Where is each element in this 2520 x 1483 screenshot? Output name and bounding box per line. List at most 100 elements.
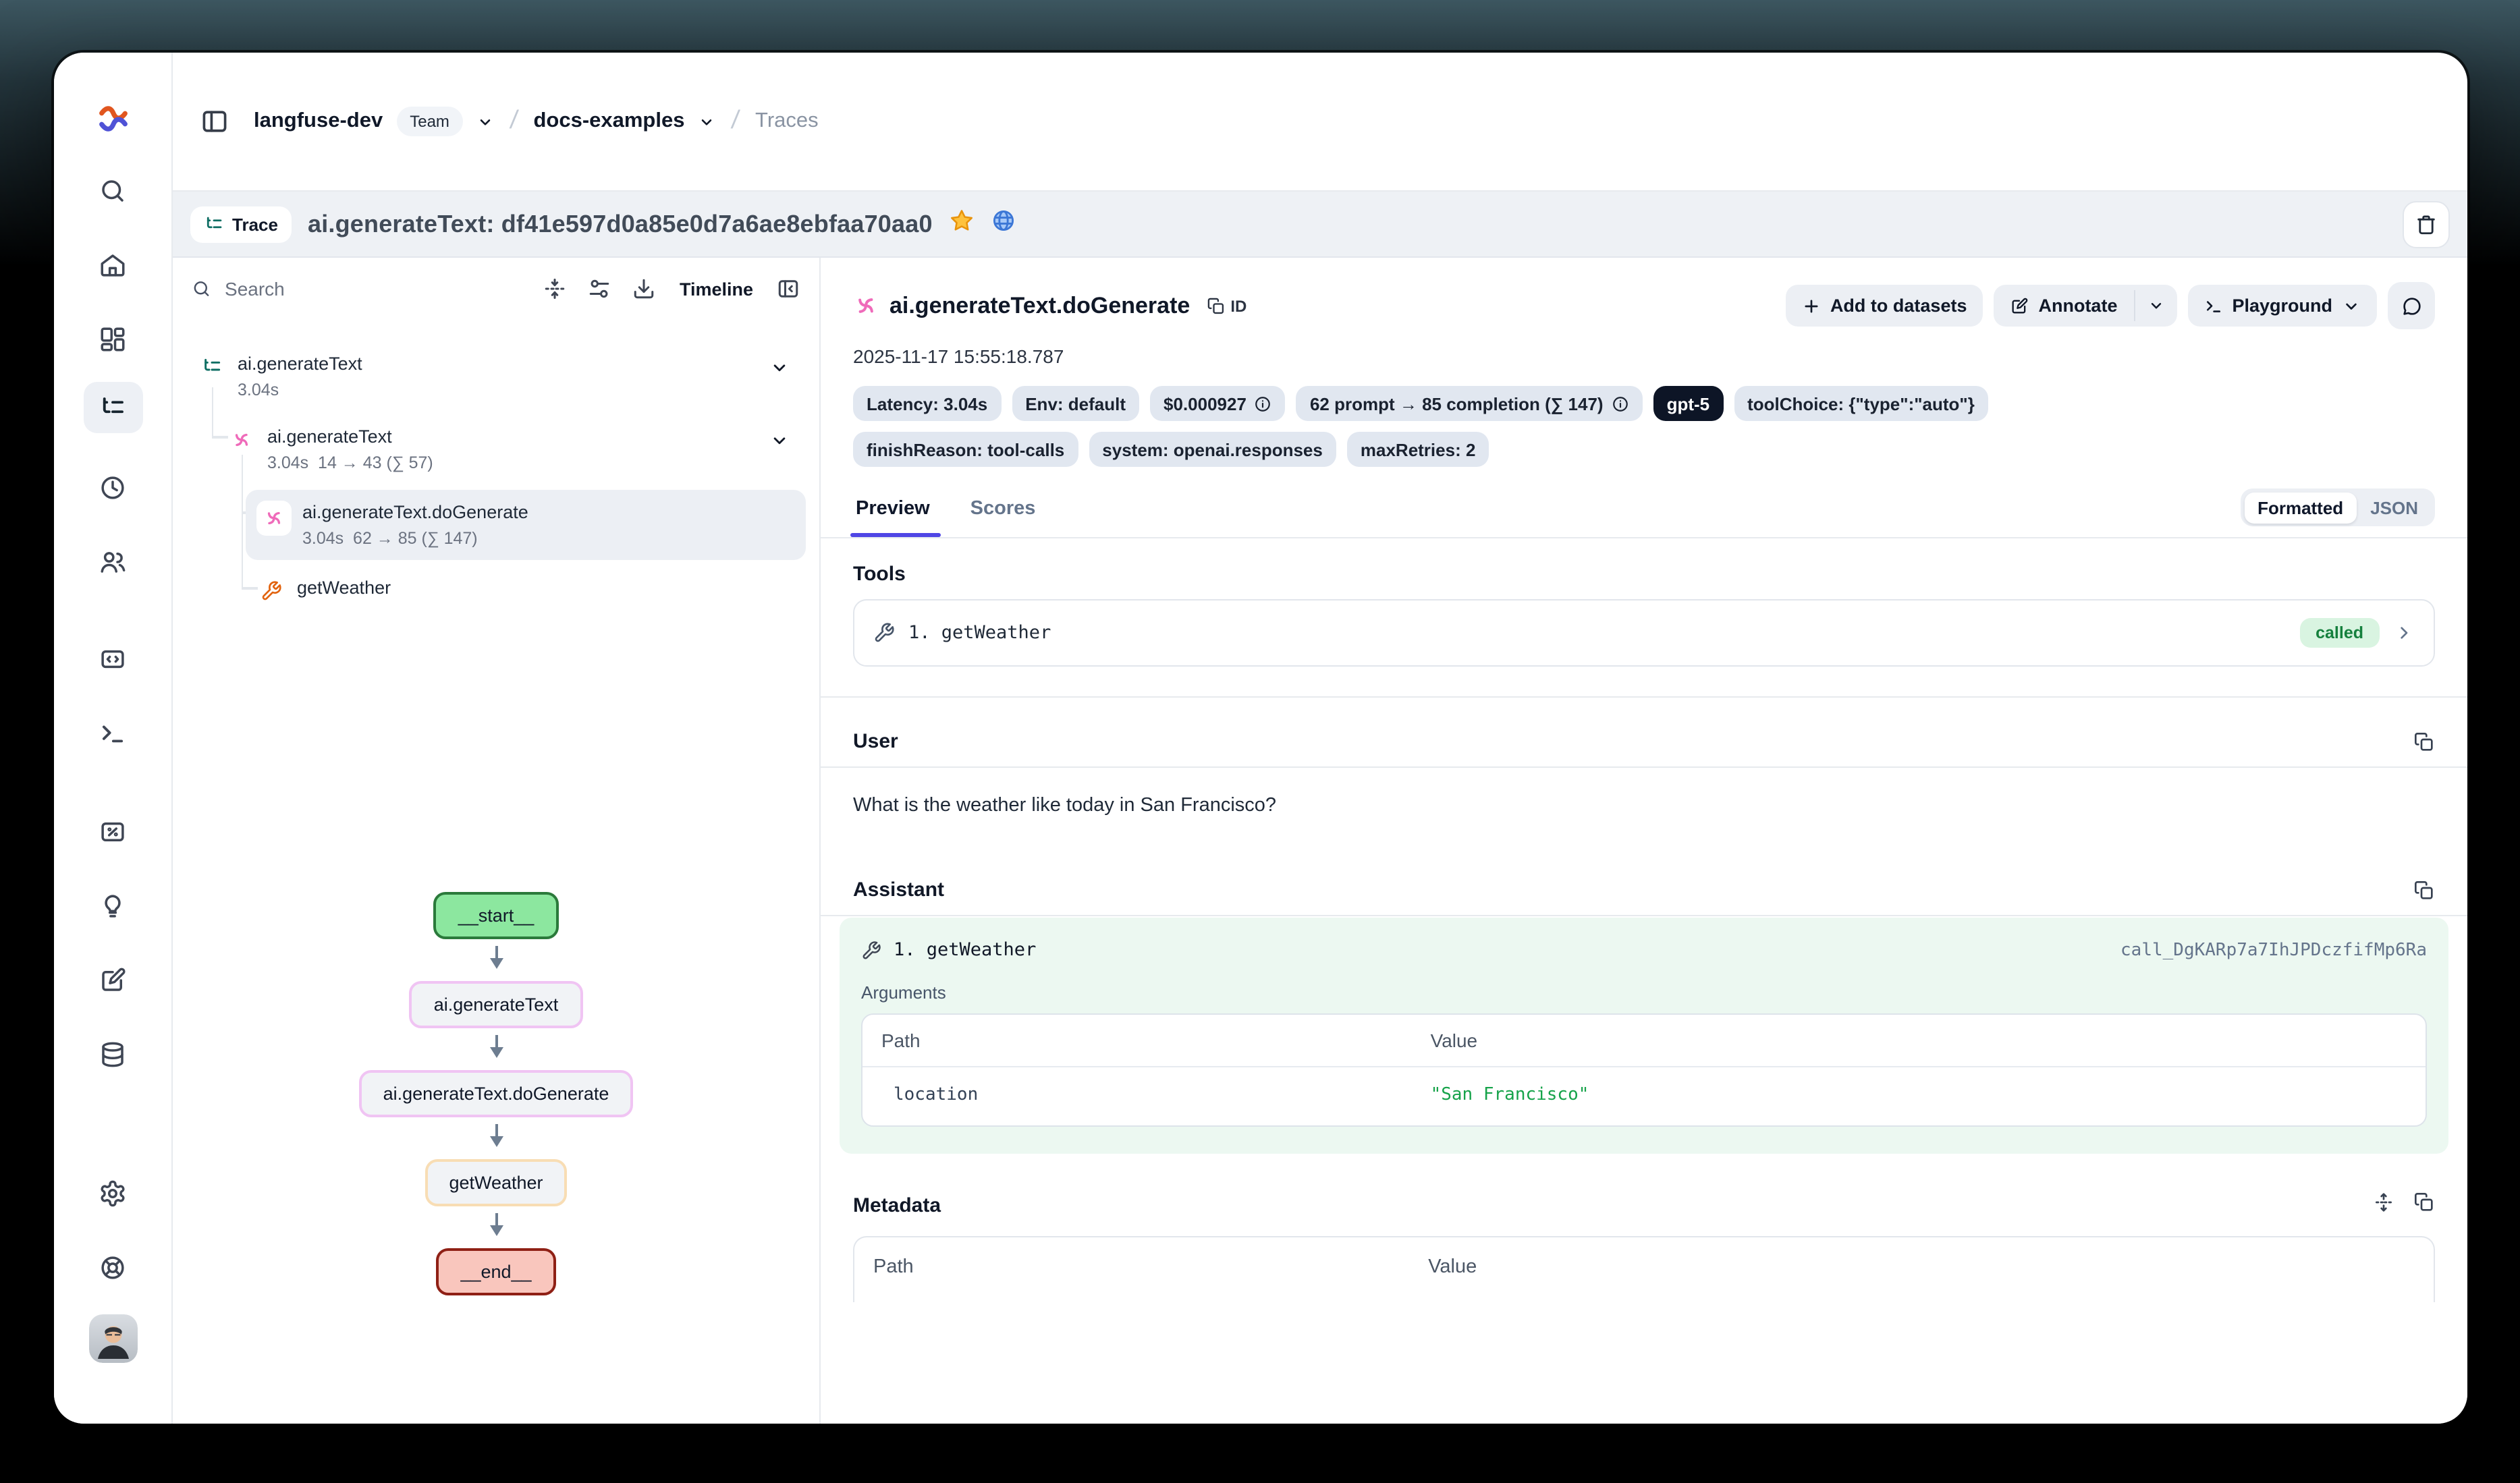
user-avatar[interactable]: [88, 1314, 137, 1363]
arguments-label: Arguments: [861, 982, 2427, 1003]
comments-button[interactable]: [2388, 282, 2435, 329]
rail-item-search[interactable]: [86, 170, 140, 211]
rail-item-datasets[interactable]: [86, 1034, 140, 1074]
tree-row-ai-generateText-doGenerate[interactable]: ai.generateText.doGenerate3.04s 62 → 85 …: [246, 490, 806, 560]
graph-node-start[interactable]: __start__: [434, 892, 559, 939]
breadcrumb-page[interactable]: Traces: [755, 109, 819, 134]
rail-item-evaluators[interactable]: [86, 959, 140, 1000]
observation-badge: Env: default: [1012, 386, 1139, 421]
tree-toolbar: Timeline: [173, 258, 819, 320]
chevron-down-icon[interactable]: [769, 430, 790, 457]
breadcrumb-separator: /: [730, 107, 741, 136]
search-input[interactable]: [222, 277, 523, 301]
copy-assistant-icon[interactable]: [2413, 879, 2435, 901]
observation-badge: 62 prompt → 85 completion (∑ 147): [1296, 386, 1643, 421]
display-settings-icon[interactable]: [588, 277, 612, 301]
info-icon[interactable]: [1255, 395, 1272, 412]
rail-item-insights[interactable]: [86, 885, 140, 926]
top-bar: langfuse-dev Team / docs-examples / Trac…: [173, 53, 2467, 190]
format-option-formatted[interactable]: Formatted: [2244, 492, 2357, 523]
annotate-button[interactable]: Annotate: [1994, 285, 2133, 327]
download-icon[interactable]: [632, 277, 657, 301]
desktop-background: langfuse-dev Team / docs-examples / Trac…: [0, 0, 2520, 1483]
rail-item-sessions[interactable]: [86, 467, 140, 507]
metadata-table: Path Value: [853, 1236, 2435, 1302]
rail-item-home[interactable]: [86, 244, 140, 285]
project-name[interactable]: docs-examples: [533, 109, 684, 134]
list-tree-icon: [204, 214, 224, 234]
heading-divider: [821, 766, 2467, 768]
detail-body: Tools 1. getWeather called: [821, 538, 2467, 1424]
chevron-right-icon[interactable]: [2393, 622, 2415, 644]
observation-badge: gpt-5: [1653, 386, 1724, 421]
metadata-section-header: Metadata: [853, 1192, 2435, 1220]
detail-actions: Add to datasets Annotate: [1786, 282, 2435, 329]
info-icon[interactable]: [1612, 395, 1629, 412]
add-to-datasets-button[interactable]: Add to datasets: [1786, 285, 1983, 327]
playground-button[interactable]: Playground: [2187, 285, 2377, 327]
globe-icon[interactable]: [991, 208, 1016, 240]
rail-item-users[interactable]: [86, 541, 140, 582]
tree-row-ai-generateText[interactable]: ai.generateText3.04s 14 → 43 (∑ 57): [216, 417, 806, 482]
timeline-toggle[interactable]: Timeline: [680, 279, 753, 299]
tab-scores[interactable]: Scores: [968, 490, 1039, 536]
observation-detail-panel: ai.generateText.doGenerate ID Add to dat…: [821, 258, 2467, 1424]
tool-call-name: 1. getWeather: [894, 939, 1036, 961]
observation-timestamp: 2025-11-17 15:55:18.787: [853, 345, 2435, 367]
metadata-col-path: Path: [873, 1256, 1428, 1278]
collapse-panel-icon[interactable]: [776, 277, 800, 301]
annotate-chevron-down-icon[interactable]: [2135, 285, 2176, 327]
format-option-json[interactable]: JSON: [2357, 492, 2432, 523]
tree-row-ai-generateText[interactable]: ai.generateText3.04s: [186, 344, 806, 409]
generation-icon: [853, 293, 879, 318]
graph-node-ai-generateText[interactable]: ai.generateText: [410, 981, 583, 1028]
delete-trace-button[interactable]: [2403, 200, 2450, 248]
icon-rail: [54, 53, 173, 1424]
chevron-down-icon: [2342, 296, 2361, 315]
search-icon: [192, 278, 211, 300]
tree-row-label: ai.generateText: [267, 426, 392, 447]
org-chevron-down-icon[interactable]: [476, 113, 494, 130]
comment-bubble-icon: [2401, 295, 2422, 316]
rail-item-scores[interactable]: [86, 811, 140, 851]
graph-node-end[interactable]: __end__: [436, 1248, 555, 1295]
rail-item-support[interactable]: [86, 1247, 140, 1287]
star-icon[interactable]: [949, 208, 975, 240]
app-window: langfuse-dev Team / docs-examples / Trac…: [54, 53, 2467, 1424]
expand-metadata-icon[interactable]: [2373, 1192, 2394, 1220]
rail-item-playground[interactable]: [86, 712, 140, 753]
copy-metadata-icon[interactable]: [2413, 1192, 2435, 1220]
trace-title-bar: Trace ai.generateText: df41e597d0a85e0d7…: [173, 190, 2467, 258]
langfuse-logo: [95, 101, 130, 136]
chevron-down-icon[interactable]: [769, 358, 790, 385]
copy-id[interactable]: ID: [1206, 296, 1247, 315]
sidebar-toggle-icon[interactable]: [200, 107, 229, 136]
graph-edge-arrow: [495, 946, 497, 966]
trace-graph: __start__ ai.generateText ai.generateText.…: [173, 892, 819, 1295]
project-chevron-down-icon[interactable]: [698, 113, 715, 130]
tools-heading: Tools: [853, 563, 2435, 586]
rail-item-traces[interactable]: [83, 382, 142, 433]
tree-row-getWeather[interactable]: getWeather: [246, 568, 806, 614]
graph-node-getWeather[interactable]: getWeather: [424, 1159, 567, 1206]
graph-edge-arrow: [495, 1035, 497, 1055]
collapse-all-icon[interactable]: [543, 277, 568, 301]
search-box[interactable]: [192, 277, 523, 301]
rail-item-prompts[interactable]: [86, 638, 140, 679]
rail-item-dashboards[interactable]: [86, 318, 140, 359]
user-message-text: What is the weather like today in San Fr…: [853, 795, 2435, 816]
copy-user-icon[interactable]: [2413, 731, 2435, 752]
assistant-heading: Assistant: [853, 878, 944, 901]
graph-node-ai-generateText-doGenerate[interactable]: ai.generateText.doGenerate: [359, 1070, 634, 1117]
tool-called-badge: called: [2299, 618, 2380, 648]
annotate-split-button: Annotate: [1994, 285, 2176, 327]
tree-row-label: ai.generateText: [238, 354, 362, 374]
team-badge: Team: [396, 107, 463, 136]
observation-badge: maxRetries: 2: [1347, 432, 1489, 467]
tool-definition-row[interactable]: 1. getWeather called: [853, 599, 2435, 667]
arguments-table: Path Value location"San Francisco": [861, 1013, 2427, 1127]
section-divider: [821, 696, 2467, 698]
rail-item-settings[interactable]: [86, 1173, 140, 1213]
org-name[interactable]: langfuse-dev: [254, 109, 383, 134]
tab-preview[interactable]: Preview: [853, 490, 933, 536]
